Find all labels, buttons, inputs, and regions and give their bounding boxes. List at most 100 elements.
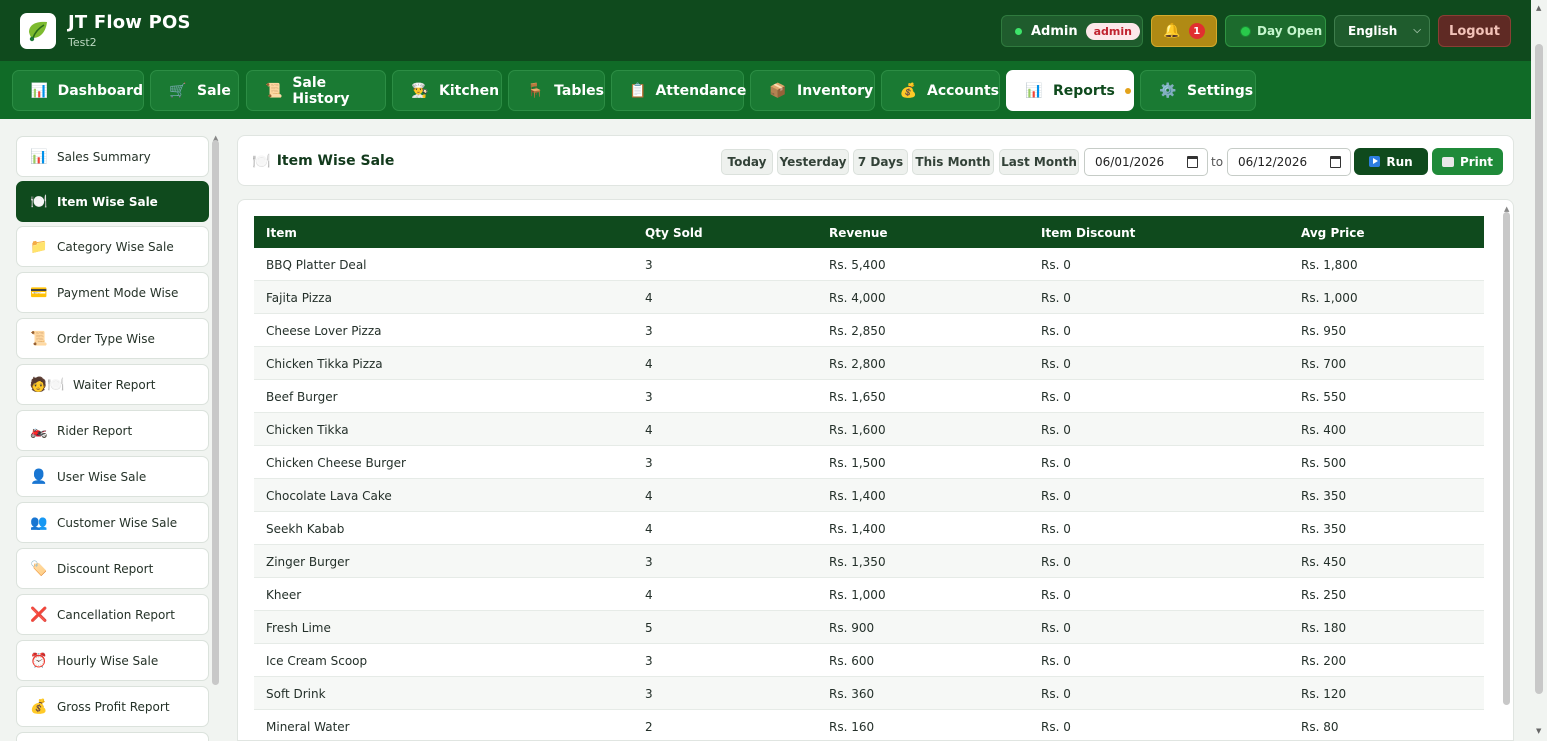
table-row[interactable]: Beef Burger 3 Rs. 1,650 Rs. 0 Rs. 550 <box>254 380 1484 413</box>
filter-last-month-button[interactable]: Last Month <box>999 149 1079 175</box>
table-row[interactable]: Chicken Tikka 4 Rs. 1,600 Rs. 0 Rs. 400 <box>254 413 1484 446</box>
table-row[interactable]: Kheer 4 Rs. 1,000 Rs. 0 Rs. 250 <box>254 578 1484 611</box>
user-icon: 👤 <box>30 468 48 485</box>
sidebar-item-label: Waiter Report <box>73 377 156 392</box>
column-header-qty-sold[interactable]: Qty Sold <box>645 226 703 240</box>
column-header-item-discount[interactable]: Item Discount <box>1041 226 1135 240</box>
nav-inventory[interactable]: 📦 Inventory <box>750 70 875 111</box>
run-button[interactable]: Run <box>1354 148 1428 175</box>
nav-settings[interactable]: ⚙️ Settings <box>1140 70 1256 111</box>
cell-qty-sold: 3 <box>645 555 653 569</box>
calendar-icon[interactable] <box>1187 156 1198 168</box>
app-title: JT Flow POS <box>68 12 191 33</box>
sidebar-item-label: Gross Profit Report <box>57 699 170 714</box>
print-button[interactable]: Print <box>1432 148 1503 175</box>
nav-label: Dashboard <box>57 82 143 99</box>
user-badge[interactable]: Admin admin <box>1001 15 1143 47</box>
page-scroll-down-icon[interactable]: ▼ <box>1536 727 1541 735</box>
sidebar-item-partial[interactable] <box>16 732 209 741</box>
day-status-button[interactable]: Day Open <box>1225 15 1326 47</box>
table-row[interactable]: Zinger Burger 3 Rs. 1,350 Rs. 0 Rs. 450 <box>254 545 1484 578</box>
nav-dashboard[interactable]: 📊 Dashboard <box>12 70 144 111</box>
sidebar-item-label: User Wise Sale <box>57 469 147 484</box>
table-row[interactable]: Cheese Lover Pizza 3 Rs. 2,850 Rs. 0 Rs. 950 <box>254 314 1484 347</box>
sidebar-item-label: Order Type Wise <box>57 331 155 346</box>
cell-avg-price: Rs. 250 <box>1301 588 1347 602</box>
active-indicator <box>1124 87 1131 94</box>
table-row[interactable]: Ice Cream Scoop 3 Rs. 600 Rs. 0 Rs. 200 <box>254 644 1484 677</box>
page-scrollbar[interactable] <box>1535 44 1543 694</box>
sidebar-item-cancellation-report[interactable]: ❌ Cancellation Report <box>16 594 209 635</box>
role-badge: admin <box>1085 22 1140 40</box>
cell-revenue: Rs. 360 <box>829 687 875 701</box>
cell-avg-price: Rs. 550 <box>1301 390 1347 404</box>
sidebar-item-rider-report[interactable]: 🏍️ Rider Report <box>16 410 209 451</box>
filter-today-button[interactable]: Today <box>721 149 773 175</box>
sidebar-item-sales-summary[interactable]: 📊 Sales Summary <box>16 136 209 177</box>
folder-icon: 📁 <box>30 238 48 255</box>
nav-sale-history[interactable]: 📜 Sale History <box>246 70 386 111</box>
table-scrollbar[interactable] <box>1503 212 1510 705</box>
sidebar-item-item-wise-sale[interactable]: 🍽️ Item Wise Sale <box>16 181 209 222</box>
table-row[interactable]: Soft Drink 3 Rs. 360 Rs. 0 Rs. 120 <box>254 677 1484 710</box>
filter-yesterday-button[interactable]: Yesterday <box>777 149 849 175</box>
credit-card-icon: 💳 <box>30 284 48 301</box>
date-from-input[interactable]: 06/01/2026 <box>1084 148 1208 176</box>
table-row[interactable]: Chocolate Lava Cake 4 Rs. 1,400 Rs. 0 Rs. 35… <box>254 479 1484 512</box>
table-row[interactable]: Seekh Kabab 4 Rs. 1,400 Rs. 0 Rs. 350 <box>254 512 1484 545</box>
table-row[interactable]: BBQ Platter Deal 3 Rs. 5,400 Rs. 0 Rs. 1,800 <box>254 248 1484 281</box>
logout-button[interactable]: Logout <box>1438 15 1511 47</box>
sidebar-item-label: Payment Mode Wise <box>57 285 179 300</box>
nav-accounts[interactable]: 💰 Accounts <box>881 70 1000 111</box>
cell-avg-price: Rs. 200 <box>1301 654 1347 668</box>
sidebar-item-label: Sales Summary <box>57 149 151 164</box>
cell-item: Chicken Cheese Burger <box>266 456 406 470</box>
notifications-button[interactable]: 🔔 1 <box>1151 15 1217 47</box>
cell-item-discount: Rs. 0 <box>1041 654 1071 668</box>
nav-tables[interactable]: 🪑 Tables <box>508 70 605 111</box>
waiter-icon: 🧑🍽️ <box>29 376 65 393</box>
sidebar-item-discount-report[interactable]: 🏷️ Discount Report <box>16 548 209 589</box>
app-subtitle: Test2 <box>68 36 97 49</box>
cell-item: Chicken Tikka Pizza <box>266 357 383 371</box>
table-row[interactable]: Fajita Pizza 4 Rs. 4,000 Rs. 0 Rs. 1,000 <box>254 281 1484 314</box>
sidebar-item-payment-mode-wise[interactable]: 💳 Payment Mode Wise <box>16 272 209 313</box>
sidebar-item-gross-profit-report[interactable]: 💰 Gross Profit Report <box>16 686 209 727</box>
table-row[interactable]: Mineral Water 2 Rs. 160 Rs. 0 Rs. 80 <box>254 710 1484 740</box>
column-header-avg-price[interactable]: Avg Price <box>1301 226 1365 240</box>
nav-reports[interactable]: 📊 Reports <box>1006 70 1134 111</box>
nav-sale[interactable]: 🛒 Sale <box>150 70 239 111</box>
table-row[interactable]: Chicken Tikka Pizza 4 Rs. 2,800 Rs. 0 Rs. 70… <box>254 347 1484 380</box>
cell-item: Soft Drink <box>266 687 326 701</box>
cell-revenue: Rs. 1,500 <box>829 456 886 470</box>
cell-avg-price: Rs. 500 <box>1301 456 1347 470</box>
cell-item: BBQ Platter Deal <box>266 258 367 272</box>
sidebar-item-customer-wise-sale[interactable]: 👥 Customer Wise Sale <box>16 502 209 543</box>
sidebar-item-hourly-wise-sale[interactable]: ⏰ Hourly Wise Sale <box>16 640 209 681</box>
report-toolbar: 🍽️ Item Wise Sale Today Yesterday 7 Days… <box>237 135 1514 186</box>
dashboard-chart-icon: 📊 <box>30 82 49 99</box>
cell-avg-price: Rs. 120 <box>1301 687 1347 701</box>
nav-attendance[interactable]: 📋 Attendance <box>611 70 746 111</box>
filter-7-days-button[interactable]: 7 Days <box>853 149 908 175</box>
sidebar-scrollbar[interactable] <box>212 140 219 685</box>
cell-avg-price: Rs. 1,000 <box>1301 291 1358 305</box>
date-to-input[interactable]: 06/12/2026 <box>1227 148 1351 176</box>
sidebar-item-order-type-wise[interactable]: 📜 Order Type Wise <box>16 318 209 359</box>
cell-item: Chocolate Lava Cake <box>266 489 392 503</box>
sidebar-item-category-wise-sale[interactable]: 📁 Category Wise Sale <box>16 226 209 267</box>
language-select[interactable]: English ⌵ <box>1334 15 1430 47</box>
calendar-icon[interactable] <box>1330 156 1341 168</box>
table-row[interactable]: Chicken Cheese Burger 3 Rs. 1,500 Rs. 0 Rs. … <box>254 446 1484 479</box>
column-header-revenue[interactable]: Revenue <box>829 226 888 240</box>
page-scroll-up-icon[interactable]: ▲ <box>1536 4 1541 12</box>
sidebar-item-user-wise-sale[interactable]: 👤 User Wise Sale <box>16 456 209 497</box>
column-header-item[interactable]: Item <box>266 226 297 240</box>
table-row[interactable]: Fresh Lime 5 Rs. 900 Rs. 0 Rs. 180 <box>254 611 1484 644</box>
nav-kitchen[interactable]: 👨‍🍳 Kitchen <box>392 70 502 111</box>
cell-revenue: Rs. 1,650 <box>829 390 886 404</box>
cell-revenue: Rs. 2,800 <box>829 357 886 371</box>
cell-qty-sold: 4 <box>645 588 653 602</box>
filter-this-month-button[interactable]: This Month <box>912 149 994 175</box>
sidebar-item-waiter-report[interactable]: 🧑🍽️ Waiter Report <box>16 364 209 405</box>
